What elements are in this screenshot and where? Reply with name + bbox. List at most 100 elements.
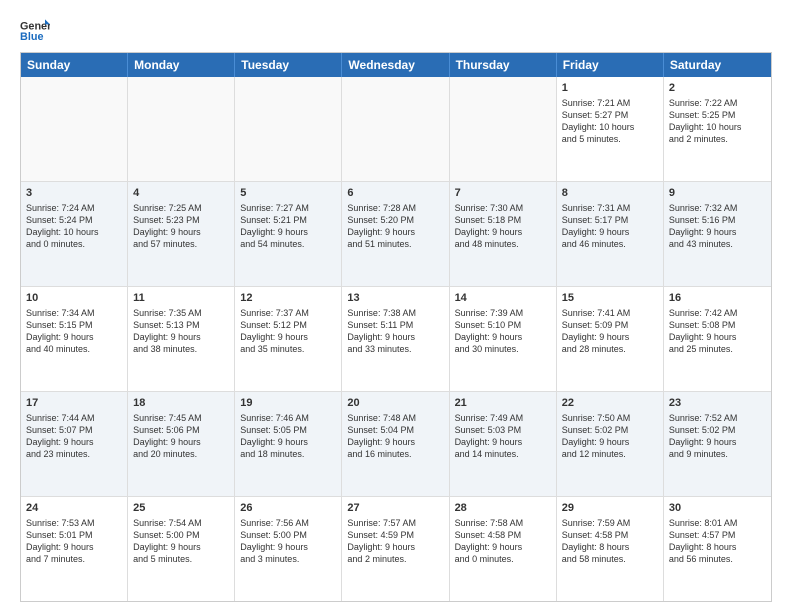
calendar-row: 1Sunrise: 7:21 AM Sunset: 5:27 PM Daylig… xyxy=(21,77,771,182)
day-cell: 10Sunrise: 7:34 AM Sunset: 5:15 PM Dayli… xyxy=(21,287,128,391)
day-info: Sunrise: 7:41 AM Sunset: 5:09 PM Dayligh… xyxy=(562,307,658,356)
day-info: Sunrise: 7:57 AM Sunset: 4:59 PM Dayligh… xyxy=(347,517,443,566)
weekday-header: Friday xyxy=(557,53,664,77)
day-number: 2 xyxy=(669,81,766,96)
day-number: 26 xyxy=(240,501,336,516)
day-cell: 3Sunrise: 7:24 AM Sunset: 5:24 PM Daylig… xyxy=(21,182,128,286)
day-number: 21 xyxy=(455,396,551,411)
day-info: Sunrise: 7:42 AM Sunset: 5:08 PM Dayligh… xyxy=(669,307,766,356)
empty-cell xyxy=(450,77,557,181)
day-info: Sunrise: 7:38 AM Sunset: 5:11 PM Dayligh… xyxy=(347,307,443,356)
day-number: 25 xyxy=(133,501,229,516)
weekday-header: Thursday xyxy=(450,53,557,77)
day-number: 18 xyxy=(133,396,229,411)
day-number: 8 xyxy=(562,186,658,201)
day-number: 10 xyxy=(26,291,122,306)
day-number: 14 xyxy=(455,291,551,306)
day-info: Sunrise: 7:48 AM Sunset: 5:04 PM Dayligh… xyxy=(347,412,443,461)
day-cell: 30Sunrise: 8:01 AM Sunset: 4:57 PM Dayli… xyxy=(664,497,771,601)
day-number: 7 xyxy=(455,186,551,201)
empty-cell xyxy=(21,77,128,181)
weekday-header: Monday xyxy=(128,53,235,77)
day-number: 15 xyxy=(562,291,658,306)
day-number: 12 xyxy=(240,291,336,306)
day-number: 9 xyxy=(669,186,766,201)
day-info: Sunrise: 7:44 AM Sunset: 5:07 PM Dayligh… xyxy=(26,412,122,461)
day-cell: 17Sunrise: 7:44 AM Sunset: 5:07 PM Dayli… xyxy=(21,392,128,496)
day-cell: 20Sunrise: 7:48 AM Sunset: 5:04 PM Dayli… xyxy=(342,392,449,496)
calendar-row: 10Sunrise: 7:34 AM Sunset: 5:15 PM Dayli… xyxy=(21,287,771,392)
day-info: Sunrise: 7:28 AM Sunset: 5:20 PM Dayligh… xyxy=(347,202,443,251)
day-number: 30 xyxy=(669,501,766,516)
day-number: 29 xyxy=(562,501,658,516)
weekday-header: Saturday xyxy=(664,53,771,77)
day-info: Sunrise: 7:39 AM Sunset: 5:10 PM Dayligh… xyxy=(455,307,551,356)
empty-cell xyxy=(342,77,449,181)
day-cell: 15Sunrise: 7:41 AM Sunset: 5:09 PM Dayli… xyxy=(557,287,664,391)
day-number: 11 xyxy=(133,291,229,306)
day-info: Sunrise: 7:35 AM Sunset: 5:13 PM Dayligh… xyxy=(133,307,229,356)
day-info: Sunrise: 7:59 AM Sunset: 4:58 PM Dayligh… xyxy=(562,517,658,566)
day-number: 19 xyxy=(240,396,336,411)
day-cell: 28Sunrise: 7:58 AM Sunset: 4:58 PM Dayli… xyxy=(450,497,557,601)
day-cell: 14Sunrise: 7:39 AM Sunset: 5:10 PM Dayli… xyxy=(450,287,557,391)
day-cell: 7Sunrise: 7:30 AM Sunset: 5:18 PM Daylig… xyxy=(450,182,557,286)
day-cell: 4Sunrise: 7:25 AM Sunset: 5:23 PM Daylig… xyxy=(128,182,235,286)
day-cell: 16Sunrise: 7:42 AM Sunset: 5:08 PM Dayli… xyxy=(664,287,771,391)
calendar-row: 17Sunrise: 7:44 AM Sunset: 5:07 PM Dayli… xyxy=(21,392,771,497)
logo: General Blue xyxy=(20,16,50,46)
day-info: Sunrise: 7:24 AM Sunset: 5:24 PM Dayligh… xyxy=(26,202,122,251)
day-cell: 2Sunrise: 7:22 AM Sunset: 5:25 PM Daylig… xyxy=(664,77,771,181)
day-cell: 8Sunrise: 7:31 AM Sunset: 5:17 PM Daylig… xyxy=(557,182,664,286)
day-number: 28 xyxy=(455,501,551,516)
day-cell: 26Sunrise: 7:56 AM Sunset: 5:00 PM Dayli… xyxy=(235,497,342,601)
svg-text:Blue: Blue xyxy=(20,31,43,43)
day-number: 13 xyxy=(347,291,443,306)
day-cell: 11Sunrise: 7:35 AM Sunset: 5:13 PM Dayli… xyxy=(128,287,235,391)
calendar-row: 24Sunrise: 7:53 AM Sunset: 5:01 PM Dayli… xyxy=(21,497,771,601)
day-number: 20 xyxy=(347,396,443,411)
day-number: 1 xyxy=(562,81,658,96)
calendar-row: 3Sunrise: 7:24 AM Sunset: 5:24 PM Daylig… xyxy=(21,182,771,287)
day-info: Sunrise: 7:27 AM Sunset: 5:21 PM Dayligh… xyxy=(240,202,336,251)
logo-icon: General Blue xyxy=(20,16,50,46)
day-cell: 29Sunrise: 7:59 AM Sunset: 4:58 PM Dayli… xyxy=(557,497,664,601)
day-cell: 18Sunrise: 7:45 AM Sunset: 5:06 PM Dayli… xyxy=(128,392,235,496)
day-info: Sunrise: 7:54 AM Sunset: 5:00 PM Dayligh… xyxy=(133,517,229,566)
day-number: 22 xyxy=(562,396,658,411)
day-cell: 19Sunrise: 7:46 AM Sunset: 5:05 PM Dayli… xyxy=(235,392,342,496)
day-number: 27 xyxy=(347,501,443,516)
day-info: Sunrise: 7:22 AM Sunset: 5:25 PM Dayligh… xyxy=(669,97,766,146)
day-number: 16 xyxy=(669,291,766,306)
day-number: 5 xyxy=(240,186,336,201)
day-cell: 22Sunrise: 7:50 AM Sunset: 5:02 PM Dayli… xyxy=(557,392,664,496)
day-info: Sunrise: 7:58 AM Sunset: 4:58 PM Dayligh… xyxy=(455,517,551,566)
calendar-header: SundayMondayTuesdayWednesdayThursdayFrid… xyxy=(21,53,771,77)
day-cell: 6Sunrise: 7:28 AM Sunset: 5:20 PM Daylig… xyxy=(342,182,449,286)
day-info: Sunrise: 7:52 AM Sunset: 5:02 PM Dayligh… xyxy=(669,412,766,461)
calendar-body: 1Sunrise: 7:21 AM Sunset: 5:27 PM Daylig… xyxy=(21,77,771,601)
day-cell: 5Sunrise: 7:27 AM Sunset: 5:21 PM Daylig… xyxy=(235,182,342,286)
day-info: Sunrise: 7:31 AM Sunset: 5:17 PM Dayligh… xyxy=(562,202,658,251)
day-info: Sunrise: 7:32 AM Sunset: 5:16 PM Dayligh… xyxy=(669,202,766,251)
day-number: 23 xyxy=(669,396,766,411)
day-cell: 9Sunrise: 7:32 AM Sunset: 5:16 PM Daylig… xyxy=(664,182,771,286)
weekday-header: Sunday xyxy=(21,53,128,77)
empty-cell xyxy=(128,77,235,181)
day-info: Sunrise: 7:37 AM Sunset: 5:12 PM Dayligh… xyxy=(240,307,336,356)
day-cell: 25Sunrise: 7:54 AM Sunset: 5:00 PM Dayli… xyxy=(128,497,235,601)
day-info: Sunrise: 7:50 AM Sunset: 5:02 PM Dayligh… xyxy=(562,412,658,461)
day-info: Sunrise: 7:30 AM Sunset: 5:18 PM Dayligh… xyxy=(455,202,551,251)
day-cell: 23Sunrise: 7:52 AM Sunset: 5:02 PM Dayli… xyxy=(664,392,771,496)
day-cell: 13Sunrise: 7:38 AM Sunset: 5:11 PM Dayli… xyxy=(342,287,449,391)
day-cell: 21Sunrise: 7:49 AM Sunset: 5:03 PM Dayli… xyxy=(450,392,557,496)
day-number: 6 xyxy=(347,186,443,201)
day-info: Sunrise: 7:56 AM Sunset: 5:00 PM Dayligh… xyxy=(240,517,336,566)
day-cell: 1Sunrise: 7:21 AM Sunset: 5:27 PM Daylig… xyxy=(557,77,664,181)
day-number: 3 xyxy=(26,186,122,201)
weekday-header: Wednesday xyxy=(342,53,449,77)
empty-cell xyxy=(235,77,342,181)
day-cell: 12Sunrise: 7:37 AM Sunset: 5:12 PM Dayli… xyxy=(235,287,342,391)
day-cell: 27Sunrise: 7:57 AM Sunset: 4:59 PM Dayli… xyxy=(342,497,449,601)
calendar: SundayMondayTuesdayWednesdayThursdayFrid… xyxy=(20,52,772,602)
